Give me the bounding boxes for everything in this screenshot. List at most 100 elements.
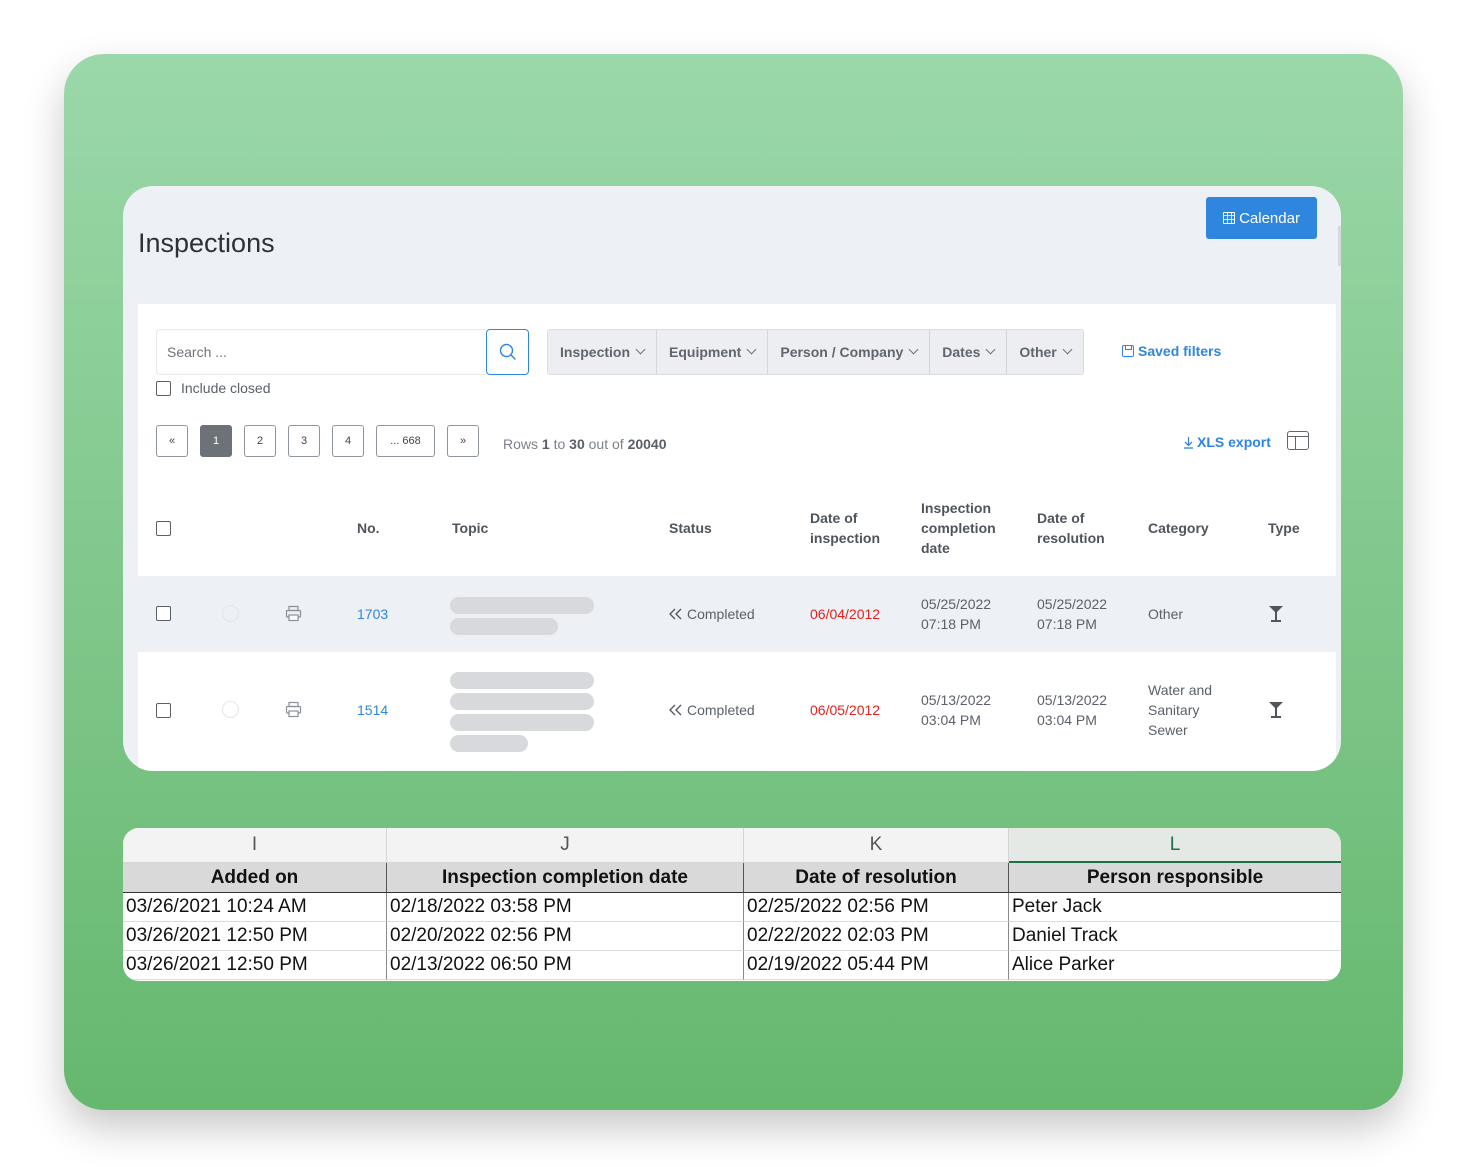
pagination-page-1[interactable]: 1 xyxy=(200,425,232,457)
sheet-cell[interactable]: 02/18/2022 03:58 PM xyxy=(387,893,744,922)
table-row[interactable]: 1514 Completed 06/05/2012 05/13/2022 03:… xyxy=(138,652,1336,770)
time-line: 03:04 PM xyxy=(1037,712,1097,728)
sheet-header-resolution-date[interactable]: Date of resolution xyxy=(744,863,1009,893)
header-line: resolution xyxy=(1037,530,1105,546)
topic-placeholder xyxy=(450,618,558,635)
header-topic[interactable]: Topic xyxy=(452,518,488,538)
sheet-cell[interactable]: Alice Parker xyxy=(1009,951,1341,980)
status-text: Completed xyxy=(687,702,755,718)
include-closed-label: Include closed xyxy=(181,380,271,396)
sheet-cell[interactable]: 03/26/2021 12:50 PM xyxy=(123,922,387,951)
inspection-type-icon xyxy=(1269,702,1283,718)
category-cell: Other xyxy=(1148,604,1183,624)
sheet-cell[interactable]: 03/26/2021 12:50 PM xyxy=(123,951,387,980)
inspections-card: Inspections Calendar Include closed Insp… xyxy=(123,186,1341,771)
double-chevron-left-icon xyxy=(669,608,682,620)
row-radio[interactable] xyxy=(222,701,239,718)
row-number-link[interactable]: 1703 xyxy=(357,604,388,624)
select-all-checkbox[interactable] xyxy=(156,521,171,536)
print-icon[interactable] xyxy=(285,701,302,718)
header-resolution-date[interactable]: Date of resolution xyxy=(1037,508,1105,548)
pagination-next[interactable]: » xyxy=(447,425,479,457)
status-cell: Completed xyxy=(669,604,755,624)
xls-export-link[interactable]: XLS export xyxy=(1183,434,1271,450)
sheet-cell[interactable]: 02/20/2022 02:56 PM xyxy=(387,922,744,951)
pagination-page-last[interactable]: ... 668 xyxy=(376,425,435,457)
save-icon xyxy=(1122,345,1134,357)
rows-info-out-of: out of xyxy=(588,436,624,452)
search-input[interactable] xyxy=(156,329,486,375)
table-row[interactable]: 1703 Completed 06/04/2012 05/25/2022 07:… xyxy=(138,576,1336,652)
filter-inspection[interactable]: Inspection xyxy=(548,330,658,374)
column-header-i[interactable]: I xyxy=(123,828,387,863)
filter-label: Equipment xyxy=(669,344,742,360)
header-line: inspection xyxy=(810,530,881,546)
header-line: Date of xyxy=(810,510,858,526)
filter-person-company[interactable]: Person / Company xyxy=(768,330,931,374)
rows-info-to: 30 xyxy=(569,436,585,452)
sheet-cell[interactable]: 02/19/2022 05:44 PM xyxy=(744,951,1009,980)
sheet-header-completion-date[interactable]: Inspection completion date xyxy=(387,863,744,893)
column-header-j[interactable]: J xyxy=(387,828,744,863)
row-number-link[interactable]: 1514 xyxy=(357,700,388,720)
column-layout-icon[interactable] xyxy=(1287,431,1309,450)
time-line: 07:18 PM xyxy=(921,616,981,632)
column-header-l[interactable]: L xyxy=(1009,828,1341,863)
pagination-page-4[interactable]: 4 xyxy=(332,425,364,457)
topic-placeholder xyxy=(450,735,528,752)
rows-info: Rows 1 to 30 out of 20040 xyxy=(503,436,667,452)
header-no[interactable]: No. xyxy=(357,518,380,538)
header-line: date xyxy=(921,540,950,556)
date-line: 05/13/2022 xyxy=(921,692,992,708)
sheet-cell[interactable]: 02/13/2022 06:50 PM xyxy=(387,951,744,980)
rows-info-prefix: Rows xyxy=(503,436,539,452)
filter-other[interactable]: Other xyxy=(1007,330,1083,374)
row-radio[interactable] xyxy=(222,605,239,622)
row-checkbox[interactable] xyxy=(156,606,171,621)
row-checkbox[interactable] xyxy=(156,703,171,718)
filter-label: Dates xyxy=(942,344,981,360)
sheet-header-added-on[interactable]: Added on xyxy=(123,863,387,893)
sheet-cell[interactable]: Daniel Track xyxy=(1009,922,1341,951)
sheet-cell[interactable]: Peter Jack xyxy=(1009,893,1341,922)
header-category[interactable]: Category xyxy=(1148,518,1209,538)
chevron-down-icon xyxy=(985,344,996,355)
pagination: « 1 2 3 4 ... 668 » xyxy=(156,425,479,457)
date-line: 05/13/2022 xyxy=(1037,692,1108,708)
header-date-of-inspection[interactable]: Date of inspection xyxy=(810,508,880,548)
topic-placeholder xyxy=(450,693,594,710)
column-header-k[interactable]: K xyxy=(744,828,1009,863)
xls-export-preview: I J K L Added on Inspection completion d… xyxy=(123,828,1341,981)
calendar-button-label: Calendar xyxy=(1239,209,1300,227)
filter-dates[interactable]: Dates xyxy=(930,330,1008,374)
pagination-page-2[interactable]: 2 xyxy=(244,425,276,457)
topic-placeholder xyxy=(450,597,594,614)
category-cell: Water and Sanitary Sewer xyxy=(1148,680,1212,740)
sheet-cell[interactable]: 03/26/2021 10:24 AM xyxy=(123,893,387,922)
time-line: 03:04 PM xyxy=(921,712,981,728)
search-button[interactable] xyxy=(486,329,529,375)
print-icon[interactable] xyxy=(285,605,302,622)
date-line: 05/25/2022 xyxy=(1037,596,1108,612)
saved-filters-label: Saved filters xyxy=(1138,343,1222,359)
header-type[interactable]: Type xyxy=(1268,518,1300,538)
category-line: Water and xyxy=(1148,682,1213,698)
include-closed-toggle[interactable]: Include closed xyxy=(156,380,271,396)
pagination-prev[interactable]: « xyxy=(156,425,188,457)
include-closed-checkbox[interactable] xyxy=(156,380,171,396)
sheet-header-person-responsible[interactable]: Person responsible xyxy=(1009,863,1341,893)
header-status[interactable]: Status xyxy=(669,518,712,538)
sheet-cell[interactable]: 02/22/2022 02:03 PM xyxy=(744,922,1009,951)
header-line: completion xyxy=(921,520,996,536)
header-completion-date[interactable]: Inspection completion date xyxy=(921,498,996,558)
sheet-cell[interactable]: 02/25/2022 02:56 PM xyxy=(744,893,1009,922)
chevron-down-icon xyxy=(635,344,646,355)
filter-equipment[interactable]: Equipment xyxy=(657,330,769,374)
inspections-panel: Include closed Inspection Equipment Pers… xyxy=(138,304,1336,771)
pagination-page-3[interactable]: 3 xyxy=(288,425,320,457)
calendar-button[interactable]: Calendar xyxy=(1206,197,1317,239)
chevron-down-icon xyxy=(746,344,757,355)
completion-date: 05/13/2022 03:04 PM xyxy=(921,690,991,730)
time-line: 07:18 PM xyxy=(1037,616,1097,632)
saved-filters-link[interactable]: Saved filters xyxy=(1122,343,1221,359)
